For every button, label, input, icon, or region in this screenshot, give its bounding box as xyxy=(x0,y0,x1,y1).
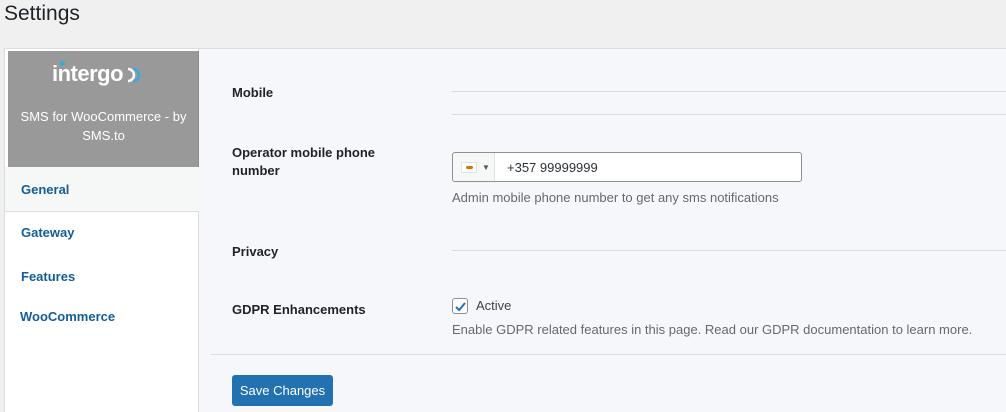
phone-number-input[interactable] xyxy=(507,159,777,175)
sidebar-item-gateway[interactable]: Gateway xyxy=(5,225,199,240)
sidebar: intergo SMS for WooCommerce - by SMS.to … xyxy=(5,49,199,412)
phone-input-group: ▼ xyxy=(452,152,802,182)
gdpr-checkbox-label[interactable]: Active xyxy=(476,298,511,313)
brand-box: intergo SMS for WooCommerce - by SMS.to xyxy=(8,51,199,167)
chevron-down-icon: ▼ xyxy=(482,162,490,172)
sidebar-item-general[interactable]: General xyxy=(5,167,199,212)
settings-content: Mobile Operator mobile phone number ▼ Ad… xyxy=(199,49,1006,412)
sidebar-nav: General Gateway Features WooCommerce xyxy=(5,167,199,324)
gdpr-checkbox[interactable] xyxy=(452,298,468,314)
page-title: Settings xyxy=(4,2,80,25)
operator-phone-label: Operator mobile phone number xyxy=(232,145,376,178)
logo-arcs-icon xyxy=(127,67,141,83)
section-divider-mobile xyxy=(452,91,1006,92)
checkmark-icon xyxy=(454,301,466,311)
save-changes-button[interactable]: Save Changes xyxy=(232,375,333,406)
phone-description: Admin mobile phone number to get any sms… xyxy=(452,190,779,205)
sidebar-item-features[interactable]: Features xyxy=(5,269,199,284)
intergo-logo: intergo xyxy=(52,61,162,87)
gdpr-description: Enable GDPR related features in this pag… xyxy=(452,322,973,337)
section-title-privacy: Privacy xyxy=(232,244,279,259)
logo-dot xyxy=(60,61,65,66)
form-footer-divider xyxy=(211,354,1006,355)
section-divider-privacy xyxy=(452,250,1006,251)
cyprus-flag-icon xyxy=(461,161,477,173)
settings-panel: intergo SMS for WooCommerce - by SMS.to … xyxy=(4,48,1006,412)
gdpr-label: GDPR Enhancements xyxy=(232,302,366,317)
sidebar-item-woocommerce[interactable]: WooCommerce xyxy=(5,309,199,324)
brand-tagline: SMS for WooCommerce - by SMS.to xyxy=(20,109,187,143)
section-title-mobile: Mobile xyxy=(232,85,274,100)
country-select[interactable]: ▼ xyxy=(453,153,495,181)
field-divider-phone xyxy=(452,114,1006,115)
